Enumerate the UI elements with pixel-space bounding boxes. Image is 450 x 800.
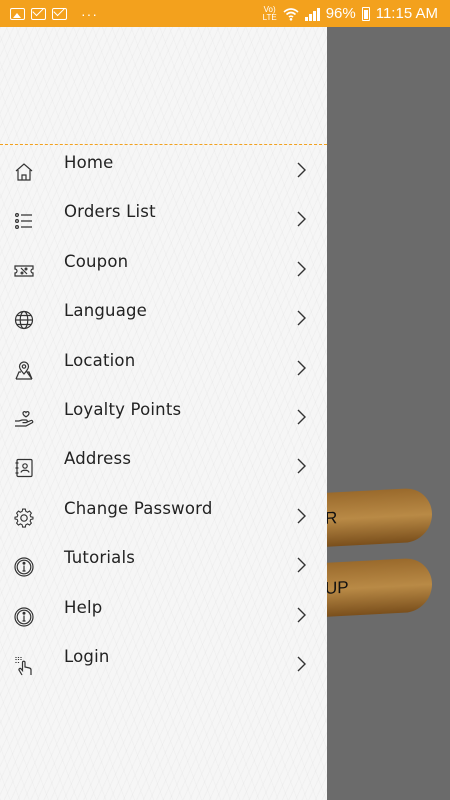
- drawer-header: [0, 27, 327, 145]
- menu-item-label: Tutorials: [64, 548, 136, 568]
- info-icon: [14, 557, 34, 577]
- chevron-right-icon: [297, 211, 306, 227]
- chevron-right-icon: [297, 508, 306, 524]
- chevron-right-icon: [297, 310, 306, 326]
- system-icons: Vo) LTE 96% 11:15 AM: [263, 0, 438, 27]
- menu-item-label: Home: [64, 153, 114, 172]
- info-icon: [14, 606, 34, 627]
- menu-item-label: Change Password: [64, 498, 213, 518]
- background-card: UP: [325, 557, 432, 617]
- signal-icon: [304, 7, 320, 21]
- menu-item-label: Coupon: [64, 251, 129, 271]
- chevron-right-icon: [297, 656, 306, 672]
- address-book-icon: [15, 459, 33, 478]
- menu-item-change-password[interactable]: Change Password: [0, 491, 327, 540]
- menu-item-label: Address: [64, 449, 132, 469]
- menu-item-help[interactable]: Help: [0, 590, 327, 639]
- menu-item-label: Language: [64, 301, 148, 321]
- gear-icon: [14, 508, 34, 528]
- chevron-right-icon: [297, 162, 306, 178]
- chevron-right-icon: [297, 458, 306, 474]
- menu-item-label: Location: [64, 350, 136, 370]
- background-app-scrim[interactable]: R UP: [325, 27, 450, 800]
- menu-item-label: Orders List: [64, 202, 156, 222]
- clock: 11:15 AM: [375, 5, 438, 22]
- coupon-icon: [14, 265, 34, 277]
- background-card-label: UP: [325, 577, 349, 598]
- volte-indicator: Vo) LTE: [262, 4, 277, 22]
- mail-icon: [52, 7, 67, 20]
- menu-item-home[interactable]: Home: [0, 145, 327, 194]
- menu-item-orders-list[interactable]: Orders List: [0, 194, 327, 243]
- login-tap-icon: [15, 656, 32, 676]
- navigation-drawer: Home Orders List Coupon Language Locatio…: [0, 27, 327, 800]
- hand-heart-icon: [15, 410, 34, 427]
- home-icon: [15, 163, 33, 181]
- menu-item-coupon[interactable]: Coupon: [0, 244, 327, 293]
- menu-item-tutorials[interactable]: Tutorials: [0, 540, 327, 589]
- chevron-right-icon: [297, 409, 306, 425]
- more-notifications-icon: ···: [81, 5, 98, 22]
- battery-percent: 96%: [325, 5, 356, 22]
- chevron-right-icon: [297, 261, 306, 277]
- menu-item-language[interactable]: Language: [0, 293, 327, 342]
- list-icon: [14, 213, 32, 230]
- background-card: R: [325, 487, 432, 547]
- chevron-right-icon: [297, 607, 306, 623]
- menu-item-loyalty-points[interactable]: Loyalty Points: [0, 392, 327, 441]
- battery-icon: [361, 6, 370, 21]
- mail-icon: [31, 7, 46, 20]
- globe-icon: [14, 311, 34, 330]
- chevron-right-icon: [297, 360, 306, 376]
- map-pin-icon: [15, 360, 33, 380]
- status-bar: ··· Vo) LTE 96% 11:15 AM: [0, 0, 450, 27]
- image-icon: [10, 7, 25, 20]
- menu-item-location[interactable]: Location: [0, 343, 327, 392]
- menu-item-login[interactable]: Login: [0, 639, 327, 688]
- drawer-menu: Home Orders List Coupon Language Locatio…: [0, 145, 327, 688]
- menu-item-label: Loyalty Points: [64, 399, 182, 419]
- menu-item-address[interactable]: Address: [0, 441, 327, 490]
- notification-icons: ···: [0, 6, 98, 22]
- wifi-icon: [283, 7, 299, 21]
- menu-item-label: Login: [64, 646, 110, 666]
- chevron-right-icon: [297, 557, 306, 573]
- menu-item-label: Help: [64, 597, 103, 617]
